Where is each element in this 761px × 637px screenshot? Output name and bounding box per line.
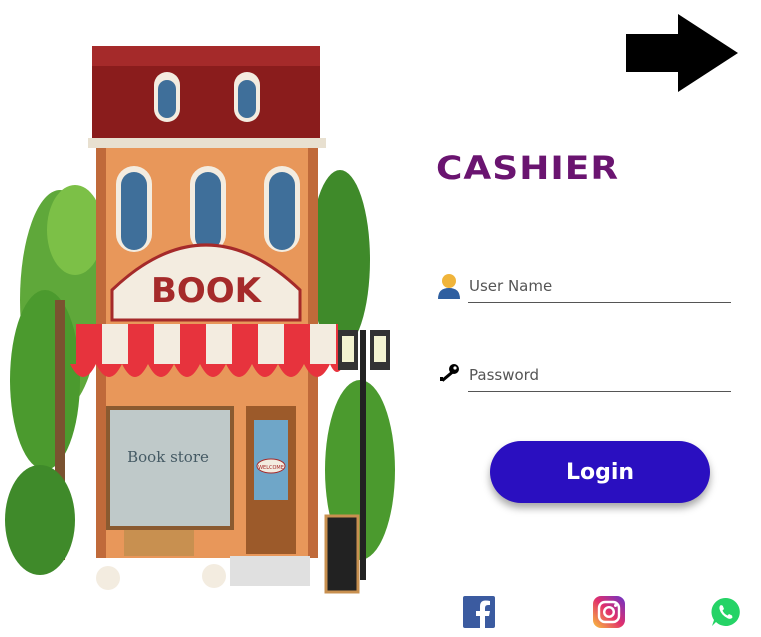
password-field [468, 361, 732, 392]
plant-pot [96, 566, 120, 590]
instagram-icon[interactable] [593, 596, 625, 628]
login-button[interactable]: Login [490, 441, 710, 503]
window-text: Book store [127, 448, 209, 466]
whatsapp-icon[interactable] [710, 596, 742, 628]
bench [124, 530, 194, 556]
steps [230, 556, 310, 586]
password-input[interactable] [468, 361, 732, 389]
app-title: CASHIER [436, 150, 620, 187]
upper-windows [116, 166, 300, 252]
tree-left [5, 185, 103, 575]
chalkboard [324, 514, 360, 594]
shop-window [106, 406, 234, 530]
username-field [468, 272, 732, 303]
key-icon [440, 364, 459, 382]
right-arrow-icon[interactable] [622, 12, 742, 94]
door-sign: WELCOME [258, 465, 284, 471]
user-icon [438, 274, 460, 299]
facebook-icon[interactable] [463, 596, 495, 628]
book-sign-text: BOOK [151, 271, 263, 311]
bookstore-illustration: BOOK Book store WELCOME [5, 46, 395, 594]
plant-pot [202, 564, 226, 588]
username-input[interactable] [468, 272, 732, 300]
